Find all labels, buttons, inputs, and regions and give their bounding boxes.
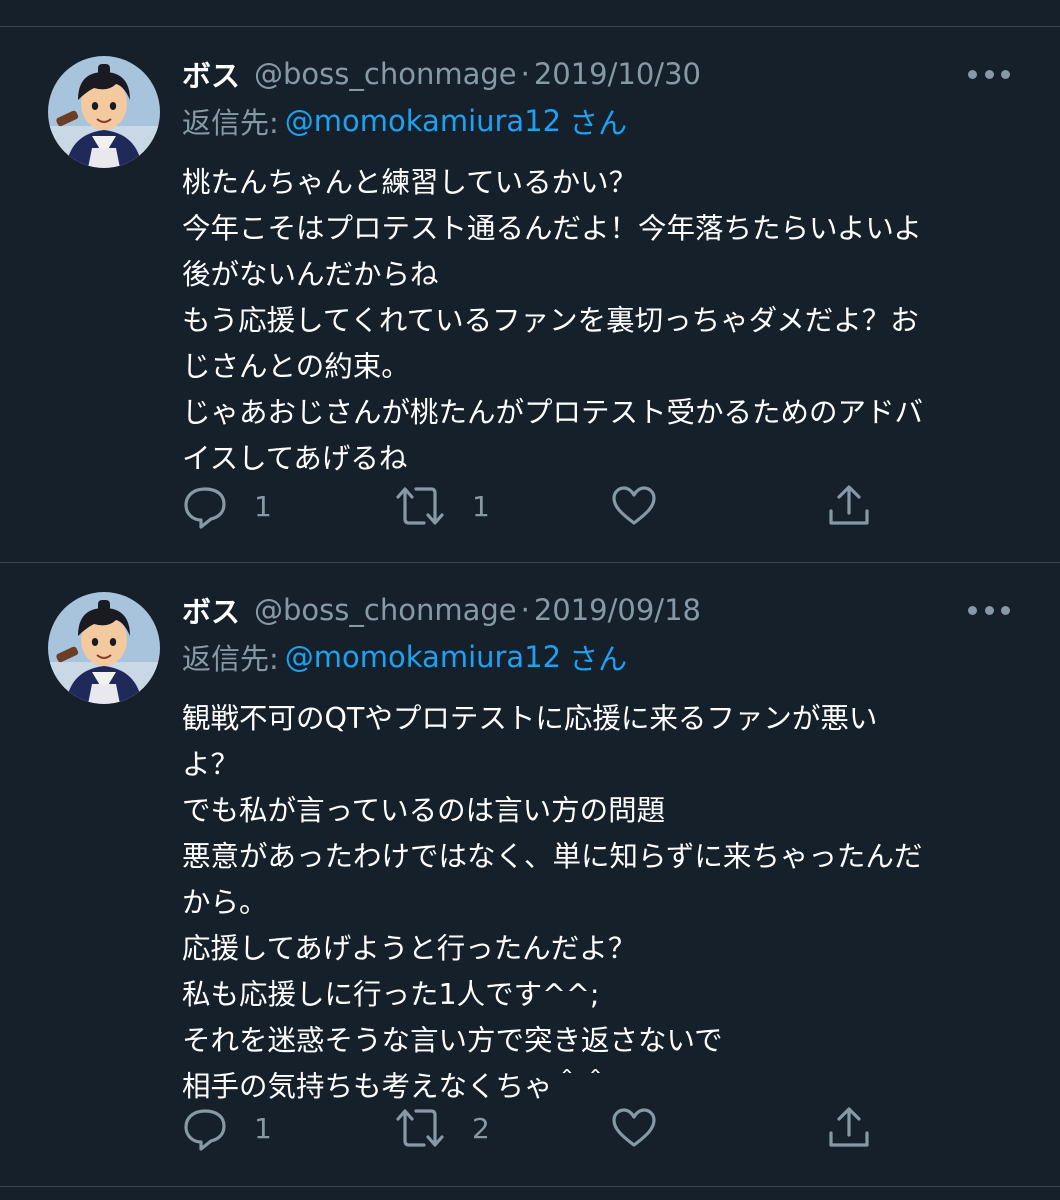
reply-button[interactable]: 1 (182, 1104, 272, 1152)
tweet-text: 桃たんちゃんと練習しているかい？ 今年こそはプロテスト通るんだよ！今年落ちたらい… (182, 160, 1017, 482)
reply-to-handle[interactable]: @momokamiura12 (285, 640, 561, 674)
tweet-date[interactable]: 2019/09/18 (534, 593, 701, 627)
user-handle[interactable]: @boss_chonmage (254, 593, 517, 627)
heart-icon (612, 486, 656, 525)
tweet-text-line: でも私が言っているのは言い方の問題 (182, 794, 666, 827)
tweet-text: 観戦不可のQTやプロテストに応援に来るファンが悪い よ？ でも私が言っているのは… (182, 696, 1017, 1110)
avatar[interactable] (48, 56, 160, 168)
avatar-illustration (48, 592, 160, 704)
heart-icon (612, 1108, 656, 1147)
tweet-text-line: 観戦不可のQTやプロテストに応援に来るファンが悪い (182, 702, 878, 735)
reply-button[interactable]: 1 (182, 482, 272, 530)
more-horizontal-icon[interactable] (968, 67, 1010, 81)
tweet-text-line: 今年こそはプロテスト通るんだよ！今年落ちたらいよいよ (182, 212, 922, 245)
tweet-text-line: もう応援してくれているファンを裏切っちゃダメだよ？お (182, 304, 919, 337)
reply-count: 1 (254, 489, 272, 523)
display-name[interactable]: ボス (182, 53, 240, 95)
reply-count: 1 (254, 1111, 272, 1145)
display-name[interactable]: ボス (182, 589, 240, 631)
tweet-text-line: それを迷惑そうな言い方で突き返さないで (182, 1024, 723, 1057)
like-button[interactable] (610, 482, 658, 530)
retweet-icon (396, 487, 444, 525)
tweet-text-line: 後がないんだからね (182, 258, 439, 291)
tweet-text-line: じゃあおじさんが桃たんがプロテスト受かるためのアドバ (182, 396, 924, 429)
more-horizontal-icon[interactable] (968, 603, 1010, 617)
tweet-date[interactable]: 2019/10/30 (534, 57, 701, 91)
share-icon (829, 1107, 869, 1147)
reply-prefix: 返信先: (182, 106, 279, 140)
tweet-text-line: じさんとの約束。 (182, 350, 410, 383)
tweet-text-line: よ？ (182, 748, 240, 781)
separator-dot: · (520, 57, 530, 91)
separator-dot: · (520, 593, 530, 627)
retweet-button[interactable]: 1 (394, 482, 490, 530)
like-button[interactable] (610, 1104, 658, 1152)
retweet-icon (396, 1109, 444, 1147)
tweet-text-line: から。 (182, 886, 268, 919)
divider (0, 1186, 1060, 1187)
tweet-text-line: イスしてあげるね (182, 442, 408, 475)
tweet-header: ボス @boss_chonmage · 2019/10/30 (182, 54, 701, 94)
reply-bubble-icon (184, 1109, 226, 1151)
reply-prefix: 返信先: (182, 642, 279, 676)
tweet-header: ボス @boss_chonmage · 2019/09/18 (182, 590, 701, 630)
timeline: ボス @boss_chonmage · 2019/10/30 返信先: @mom… (0, 0, 1060, 1200)
avatar-illustration (48, 56, 160, 168)
tweet[interactable]: ボス @boss_chonmage · 2019/10/30 返信先: @mom… (0, 27, 1060, 562)
tweet[interactable]: ボス @boss_chonmage · 2019/09/18 返信先: @mom… (0, 563, 1060, 1183)
user-handle[interactable]: @boss_chonmage (254, 57, 517, 91)
share-button[interactable] (826, 1104, 872, 1152)
reply-bubble-icon (184, 487, 226, 529)
tweet-text-line: 桃たんちゃんと練習しているかい？ (182, 166, 638, 199)
action-bar: 1 2 (182, 1104, 882, 1152)
action-bar: 1 1 (182, 482, 882, 530)
share-button[interactable] (826, 482, 872, 530)
reply-suffix: さん (569, 106, 628, 140)
reply-to-handle[interactable]: @momokamiura12 (285, 104, 561, 138)
retweet-button[interactable]: 2 (394, 1104, 490, 1152)
tweet-text-line: 私も応援しに行った1人です^^; (182, 978, 600, 1011)
retweet-count: 1 (472, 489, 490, 523)
reply-suffix: さん (569, 642, 628, 676)
retweet-count: 2 (472, 1111, 490, 1145)
reply-context: 返信先: @momokamiura12 さん (182, 101, 627, 141)
tweet-text-line: 悪意があったわけではなく、単に知らずに来ちゃったんだ (182, 840, 923, 873)
reply-context: 返信先: @momokamiura12 さん (182, 637, 627, 677)
share-icon (829, 485, 869, 525)
avatar[interactable] (48, 592, 160, 704)
tweet-text-line: 応援してあげようと行ったんだよ？ (182, 932, 637, 965)
